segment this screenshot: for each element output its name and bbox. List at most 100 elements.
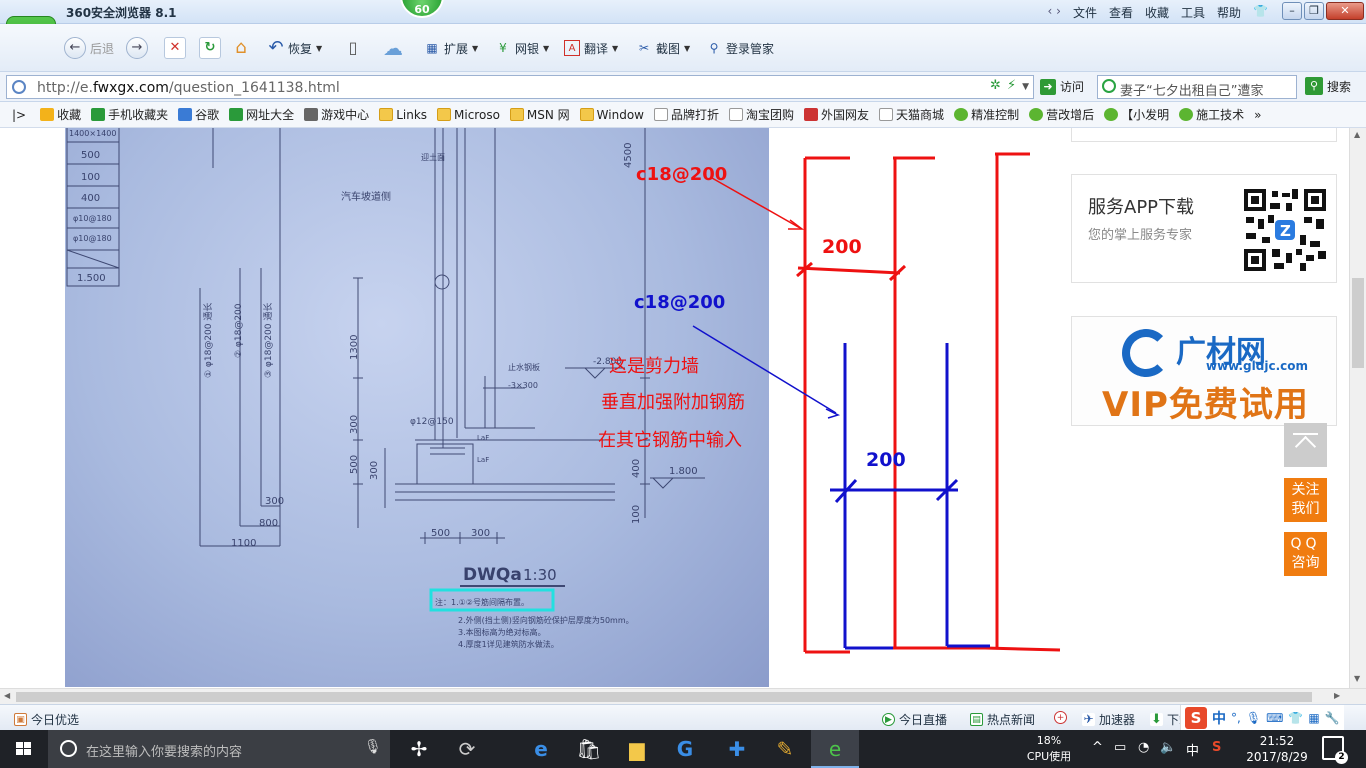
cross-app-icon[interactable]: ✚ — [713, 730, 761, 768]
wrench-icon[interactable]: 🔧 — [1325, 711, 1340, 725]
menu-tools[interactable]: 工具 — [1181, 4, 1205, 21]
menu-view[interactable]: 查看 — [1109, 4, 1133, 21]
bookmark-item[interactable]: 品牌打折 — [654, 106, 719, 123]
search-input[interactable]: 妻子“七夕出租自己”遭家 — [1097, 75, 1297, 99]
start-button[interactable] — [0, 730, 48, 768]
ime-indicator[interactable]: 中 — [1186, 740, 1199, 759]
app-download-card[interactable]: 服务APP下载 您的掌上服务专家 Z — [1071, 174, 1337, 283]
bookmark-item[interactable]: Microso — [437, 108, 500, 122]
today-picks[interactable]: ▣ 今日优选 — [14, 711, 79, 728]
sogou-tray-icon[interactable]: S — [1212, 740, 1221, 755]
mobile-button[interactable]: ▯ — [345, 36, 361, 60]
wifi-icon[interactable]: ◔ — [1138, 740, 1149, 755]
bookmark-item[interactable]: 外国网友 — [804, 106, 869, 123]
today-live[interactable]: ▶ 今日直播 — [882, 711, 947, 728]
bookmark-item[interactable]: Window — [579, 108, 644, 122]
bookmark-item[interactable]: 收藏 — [40, 106, 81, 123]
hot-news[interactable]: ▤ 热点新闻 — [970, 711, 1035, 728]
safe-icon[interactable]: ✲ — [990, 78, 1001, 96]
horizontal-scroll-thumb[interactable] — [16, 692, 1312, 702]
scroll-up-icon[interactable]: ▲ — [1354, 130, 1360, 139]
ime-lang[interactable]: 中 — [1212, 708, 1226, 728]
bookmark-item[interactable]: 谷歌 — [178, 106, 219, 123]
scroll-right-icon[interactable]: ▶ — [1334, 691, 1340, 700]
login-manager-button[interactable]: ⚲ 登录管家 — [706, 36, 774, 60]
bank-button[interactable]: ¥ 网银 ▼ — [495, 36, 549, 60]
qq-consult-button[interactable]: QQ 咨询 — [1284, 532, 1327, 576]
restore-button[interactable]: ❐ — [1304, 2, 1324, 20]
show-hidden-icons-icon[interactable]: ^ — [1092, 740, 1103, 755]
more-bookmarks-icon[interactable]: » — [1254, 108, 1261, 122]
lightning-icon[interactable]: ⚡ — [1007, 78, 1016, 96]
notepad-app-icon[interactable]: ✎ — [761, 730, 809, 768]
punctuation-icon[interactable]: °, — [1231, 711, 1241, 725]
task-view-app-icon[interactable]: ✢ — [395, 730, 443, 768]
address-bar[interactable]: http://e.fwxgx.com/question_1641138.html… — [6, 75, 1034, 99]
stop-button[interactable]: ✕ — [164, 36, 186, 60]
restore-tab-button[interactable]: ↶ 恢复 ▼ — [268, 36, 322, 60]
bookmark-item[interactable]: MSN 网 — [509, 106, 570, 123]
scroll-left-icon[interactable]: ◀ — [4, 691, 10, 700]
scroll-down-icon[interactable]: ▼ — [1354, 674, 1360, 683]
bookmark-item[interactable]: 游戏中心 — [304, 106, 369, 123]
store-app-icon[interactable]: 🛍 — [565, 730, 613, 768]
file-explorer-icon[interactable]: ▆ — [613, 730, 661, 768]
close-button[interactable]: ✕ — [1326, 2, 1364, 20]
toolbox-icon[interactable]: ▦ — [1308, 711, 1319, 725]
follow-us-button[interactable]: 关注 我们 — [1284, 478, 1327, 522]
back-button[interactable]: ← 后退 — [64, 36, 114, 60]
translate-button[interactable]: A 翻译 ▼ — [564, 36, 618, 60]
keyboard-icon[interactable]: ⌨ — [1266, 711, 1283, 725]
taskbar-search[interactable]: 在这里输入你要搜索的内容 🎙 — [48, 730, 390, 768]
plus-button[interactable]: + — [1054, 711, 1067, 724]
screenshot-button[interactable]: ✂ 截图 ▼ — [636, 36, 690, 60]
menu-file[interactable]: 文件 — [1073, 4, 1097, 21]
forward-button[interactable]: → — [126, 36, 148, 60]
visit-button[interactable]: ➜ 访问 — [1040, 78, 1084, 95]
microphone-icon[interactable]: 🎙 — [1246, 711, 1261, 725]
chevron-down-icon[interactable]: ▼ — [1022, 78, 1029, 96]
skin-icon[interactable]: 👕 — [1253, 4, 1268, 21]
bookmark-item[interactable]: 精准控制 — [954, 106, 1019, 123]
vertical-scrollbar[interactable]: ▲ ▼ — [1349, 128, 1366, 688]
spiral-app-icon[interactable]: ⟳ — [443, 730, 491, 768]
menu-scroll-icon[interactable]: ‹ › — [1048, 4, 1061, 21]
360-browser-taskbar-icon[interactable]: e — [811, 730, 859, 768]
search-button[interactable]: ⚲ 搜索 — [1305, 77, 1351, 95]
bookmark-item[interactable]: 手机收藏夹 — [91, 106, 168, 123]
cpu-monitor[interactable]: 18% CPU使用 — [1020, 733, 1078, 765]
clock[interactable]: 21:52 2017/8/29 — [1244, 733, 1310, 765]
bookmark-item[interactable]: 淘宝团购 — [729, 106, 794, 123]
volume-icon[interactable]: 🔈 — [1160, 740, 1176, 755]
qr-code-icon[interactable]: Z — [1244, 189, 1326, 271]
input-method-toolbar[interactable]: S 中 °, 🎙 ⌨ 👕 ▦ 🔧 — [1180, 705, 1344, 731]
menu-favorites[interactable]: 收藏 — [1145, 4, 1169, 21]
gldjc-ad-banner[interactable]: 广材网 www.gldjc.com VIP免费试用 — [1071, 316, 1337, 426]
vertical-scroll-thumb[interactable] — [1352, 278, 1364, 368]
microphone-icon[interactable]: 🎙 — [364, 739, 382, 755]
home-button[interactable]: ⌂ — [233, 36, 249, 60]
sogou-icon[interactable]: S — [1185, 707, 1207, 729]
minimize-button[interactable]: – — [1282, 2, 1302, 20]
address-url[interactable]: http://e.fwxgx.com/question_1641138.html — [37, 80, 340, 96]
search-engine-icon[interactable] — [1102, 79, 1116, 93]
notification-center-icon[interactable]: 2 — [1322, 736, 1348, 764]
cloud-button[interactable]: ☁ — [380, 36, 406, 60]
speed-badge[interactable]: 60 — [400, 0, 444, 18]
glodon-app-icon[interactable]: G — [661, 730, 709, 768]
edge-browser-icon[interactable]: e — [517, 730, 565, 768]
bookmark-item[interactable]: 【小发明 — [1104, 106, 1169, 123]
battery-icon[interactable]: ▭ — [1114, 740, 1126, 755]
skin-shirt-icon[interactable]: 👕 — [1288, 711, 1303, 725]
search-query[interactable]: 妻子“七夕出租自己”遭家 — [1120, 80, 1292, 99]
horizontal-scrollbar[interactable]: ◀ ▶ — [0, 688, 1366, 704]
back-to-top-button[interactable] — [1284, 423, 1327, 467]
extend-button[interactable]: ▦ 扩展 ▼ — [424, 36, 478, 60]
bookmark-item[interactable]: Links — [379, 108, 427, 122]
menu-help[interactable]: 帮助 — [1217, 4, 1241, 21]
bookmark-item[interactable]: 营改增后 — [1029, 106, 1094, 123]
sidebar-toggle-icon[interactable]: |> — [12, 108, 26, 122]
refresh-button[interactable]: ↻ — [199, 36, 221, 60]
bookmark-item[interactable]: 施工技术 — [1179, 106, 1244, 123]
bookmark-item[interactable]: 天猫商城 — [879, 106, 944, 123]
